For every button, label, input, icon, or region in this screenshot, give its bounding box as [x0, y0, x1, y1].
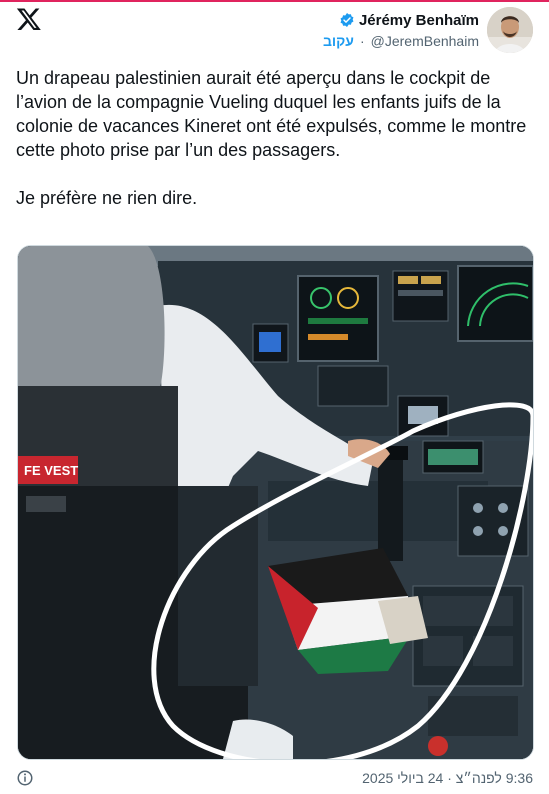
- x-logo-icon[interactable]: [16, 6, 42, 32]
- tweet-footer: 9:36 לפנה״צ · 24 ביולי 2025: [16, 768, 533, 788]
- name-row: Jérémy Benhaïm: [339, 12, 479, 29]
- handle-row: עקוב · @JeremBenhaim: [323, 33, 479, 49]
- verified-badge-icon: [340, 13, 354, 27]
- tweet-text: Un drapeau palestinien aurait été aperçu…: [16, 66, 536, 210]
- cockpit-photo: FE VEST: [18, 246, 533, 759]
- top-border: [0, 0, 549, 2]
- tweet-paragraph-2: Je préfère ne rien dire.: [16, 188, 198, 208]
- separator-dot: ·: [359, 32, 365, 49]
- tweet-timestamp[interactable]: 9:36 לפנה״צ · 24 ביולי 2025: [362, 770, 533, 786]
- author-display-name[interactable]: Jérémy Benhaïm: [359, 12, 479, 29]
- avatar[interactable]: [487, 7, 533, 53]
- tweet-photo[interactable]: FE VEST: [17, 245, 534, 760]
- avatar-image: [487, 7, 533, 53]
- author-names: Jérémy Benhaïm עקוב · @JeremBenhaim: [323, 12, 479, 49]
- follow-button[interactable]: עקוב: [323, 33, 354, 49]
- info-icon[interactable]: [16, 769, 34, 787]
- tweet-author: Jérémy Benhaïm עקוב · @JeremBenhaim: [323, 6, 533, 54]
- author-handle[interactable]: @JeremBenhaim: [371, 33, 479, 49]
- tweet-paragraph-1: Un drapeau palestinien aurait été aperçu…: [16, 68, 527, 160]
- life-vest-placard: FE VEST: [24, 463, 78, 478]
